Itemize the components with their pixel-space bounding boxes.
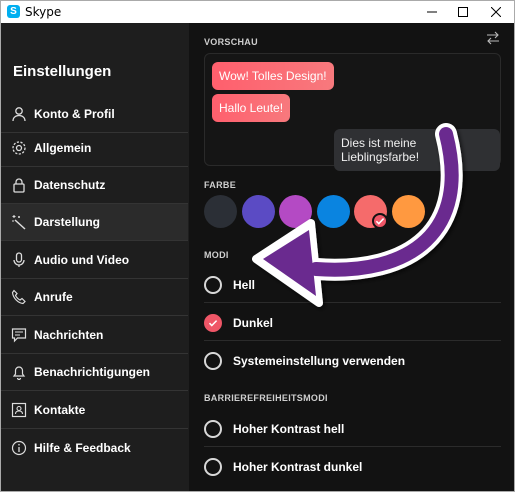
title-bar: S Skype bbox=[1, 1, 514, 23]
preview-message: Dies ist meine Lieblingsfarbe! bbox=[334, 129, 500, 171]
sidebar-item-general[interactable]: Allgemein bbox=[1, 130, 188, 167]
window-title: Skype bbox=[25, 5, 62, 19]
radio-button[interactable] bbox=[204, 458, 222, 476]
sidebar-item-label: Datenschutz bbox=[34, 178, 106, 192]
sidebar-item-label: Benachrichtigungen bbox=[34, 365, 151, 379]
close-button[interactable] bbox=[480, 1, 512, 23]
mode-label: Hoher Kontrast dunkel bbox=[233, 460, 363, 474]
sidebar-item-label: Konto & Profil bbox=[34, 107, 115, 121]
settings-heading: Einstellungen bbox=[13, 63, 112, 80]
color-swatch-indigo[interactable] bbox=[241, 195, 275, 228]
sidebar-item-notifications[interactable]: Benachrichtigungen bbox=[1, 354, 188, 391]
radio-button[interactable] bbox=[204, 275, 222, 294]
sidebar-item-messages[interactable]: Nachrichten bbox=[1, 317, 188, 354]
sidebar-item-account[interactable]: Konto & Profil bbox=[1, 96, 188, 133]
settings-sidebar: Einstellungen Konto & Profil Allgemein D… bbox=[1, 23, 188, 491]
color-label: FARBE bbox=[204, 180, 237, 190]
sidebar-item-privacy[interactable]: Datenschutz bbox=[1, 167, 188, 204]
radio-button[interactable] bbox=[204, 419, 222, 438]
color-swatch-dark[interactable] bbox=[204, 195, 237, 228]
color-swatch-coral[interactable] bbox=[354, 195, 388, 229]
sidebar-item-help[interactable]: Hilfe & Feedback bbox=[1, 429, 188, 466]
lock-icon bbox=[11, 177, 27, 193]
phone-icon bbox=[11, 289, 27, 305]
bell-icon bbox=[11, 364, 27, 380]
message-icon bbox=[11, 327, 27, 343]
sidebar-item-label: Anrufe bbox=[34, 290, 73, 304]
accessibility-label: BARRIEREFREIHEITSMODI bbox=[204, 393, 328, 403]
sidebar-item-label: Kontakte bbox=[34, 403, 86, 417]
radio-button[interactable] bbox=[204, 352, 222, 370]
sidebar-item-label: Darstellung bbox=[34, 215, 101, 229]
preview-message: Hallo Leute! bbox=[212, 94, 291, 122]
mode-option-light[interactable]: Hell bbox=[204, 267, 501, 303]
mode-label: Hoher Kontrast hell bbox=[233, 421, 345, 436]
sidebar-item-contacts[interactable]: Kontakte bbox=[1, 392, 188, 429]
preview-label: VORSCHAU bbox=[204, 37, 258, 47]
maximize-button[interactable] bbox=[447, 1, 479, 23]
mode-option-high-contrast-dark[interactable]: Hoher Kontrast dunkel bbox=[204, 449, 501, 485]
skype-window: S Skype Einstellungen Konto & Profil All… bbox=[0, 0, 515, 492]
mode-option-dark[interactable]: Dunkel bbox=[204, 305, 501, 341]
sidebar-item-label: Audio und Video bbox=[34, 253, 130, 267]
sidebar-item-appearance[interactable]: Darstellung bbox=[1, 204, 188, 241]
color-swatch-violet[interactable] bbox=[279, 195, 312, 228]
mode-option-high-contrast-light[interactable]: Hoher Kontrast hell bbox=[204, 411, 501, 447]
gear-icon bbox=[11, 140, 27, 156]
magic-wand-icon bbox=[11, 214, 27, 230]
modes-label: MODI bbox=[204, 250, 229, 260]
preview-panel: Wow! Tolles Design! Hallo Leute! Dies is… bbox=[204, 53, 501, 171]
sidebar-item-audio-video[interactable]: Audio und Video bbox=[1, 242, 188, 279]
person-icon bbox=[11, 106, 27, 122]
sidebar-item-label: Nachrichten bbox=[34, 328, 104, 342]
sidebar-item-calls[interactable]: Anrufe bbox=[1, 279, 188, 316]
preview-message: Wow! Tolles Design! bbox=[212, 62, 334, 90]
settings-content: VORSCHAU Wow! Tolles Design! Hallo Leute… bbox=[189, 23, 514, 491]
color-swatch-blue[interactable] bbox=[316, 195, 350, 228]
mode-label: Systemeinstellung verwenden bbox=[233, 354, 406, 368]
contact-card-icon bbox=[11, 402, 27, 418]
mode-label: Hell bbox=[233, 277, 256, 292]
skype-logo-icon: S bbox=[7, 5, 20, 18]
mode-label: Dunkel bbox=[233, 315, 274, 330]
minimize-button[interactable] bbox=[416, 1, 448, 23]
info-icon bbox=[11, 440, 27, 456]
sidebar-item-label: Hilfe & Feedback bbox=[34, 440, 131, 455]
mode-option-system[interactable]: Systemeinstellung verwenden bbox=[204, 343, 501, 379]
microphone-icon bbox=[11, 252, 27, 268]
radio-button-checked[interactable] bbox=[204, 313, 222, 332]
selected-check-icon bbox=[372, 213, 388, 229]
swap-icon[interactable] bbox=[486, 31, 500, 45]
sidebar-item-label: Allgemein bbox=[34, 141, 92, 155]
checkmark-icon bbox=[208, 319, 218, 327]
color-swatch-orange[interactable] bbox=[391, 195, 425, 228]
